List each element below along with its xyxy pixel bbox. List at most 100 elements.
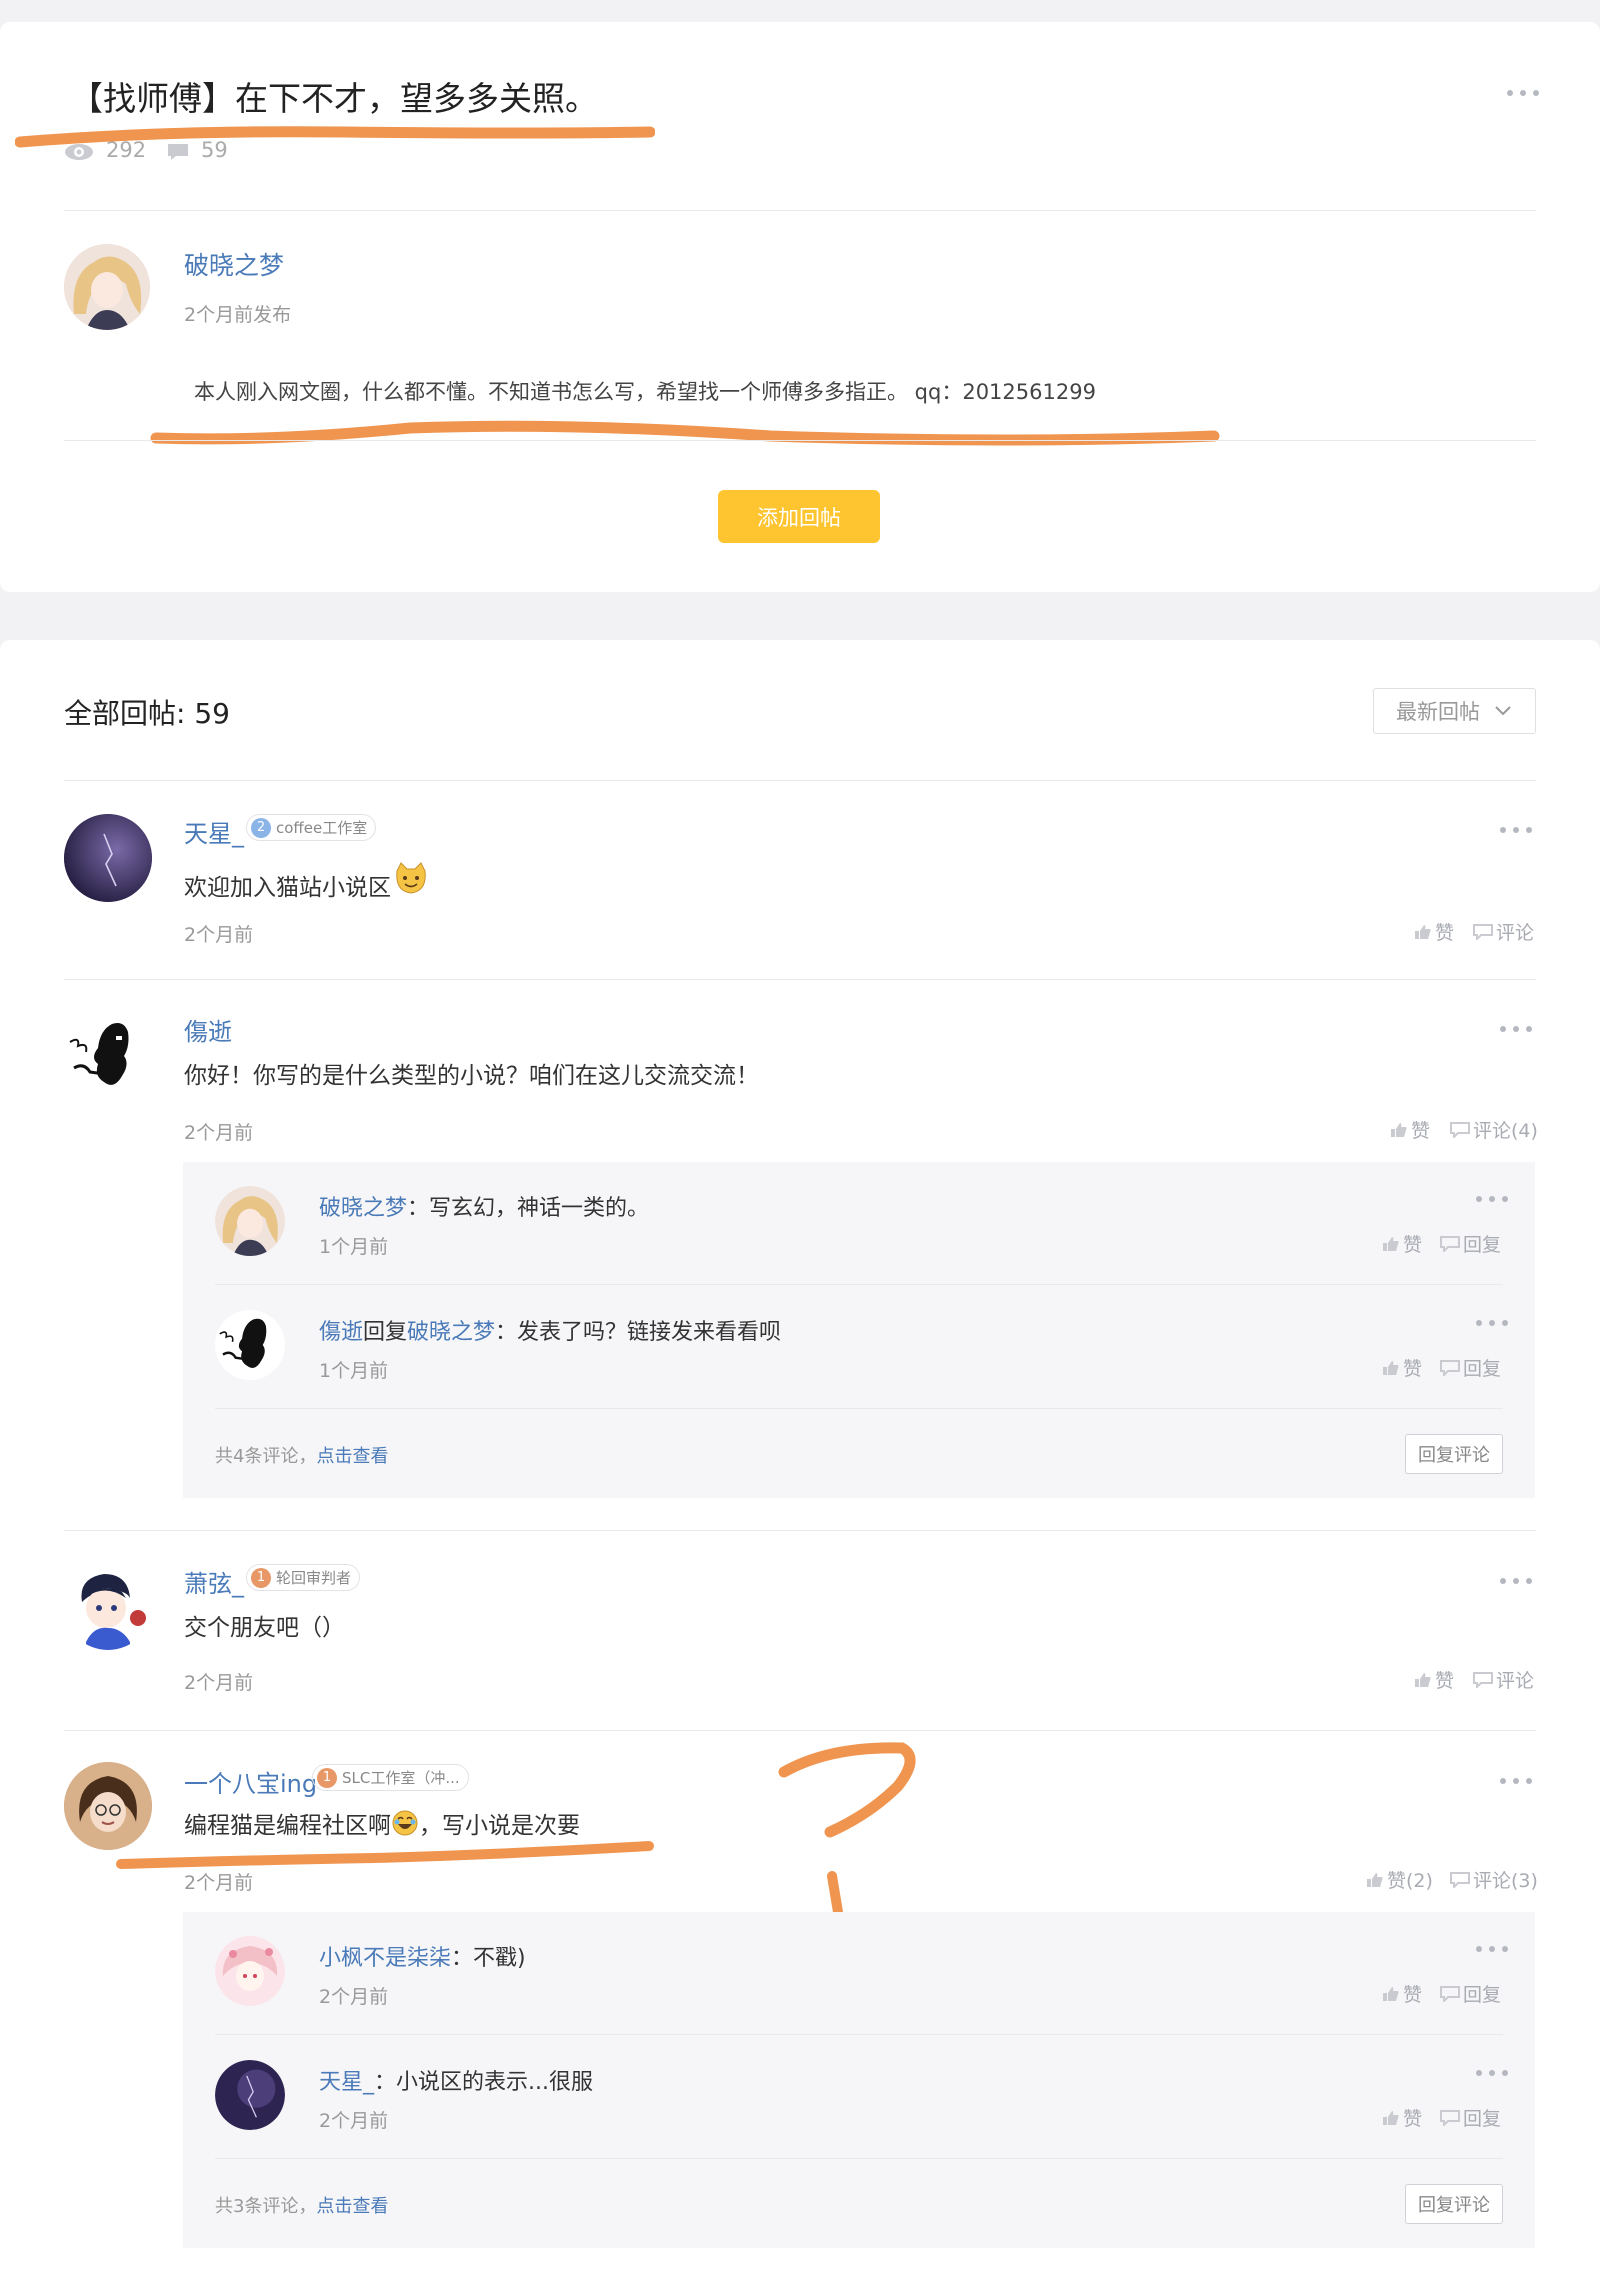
- user-badge: 1 SLC工作室（冲...: [312, 1764, 469, 1791]
- chevron-down-icon: [1495, 706, 1511, 716]
- comment-icon: [1440, 2109, 1460, 2126]
- reply-comment-label: 回复评论: [1418, 2195, 1490, 2216]
- add-reply-button[interactable]: 添加回帖: [718, 490, 880, 543]
- avatar[interactable]: [215, 1186, 285, 1256]
- reply-author[interactable]: 萧弦_: [184, 1564, 244, 1599]
- like-button[interactable]: 赞: [1390, 1116, 1430, 1143]
- like-button[interactable]: 赞: [1382, 1980, 1422, 2007]
- like-button[interactable]: 赞: [1414, 918, 1454, 945]
- avatar[interactable]: [64, 1012, 152, 1100]
- reply-content: 欢迎加入猫站小说区: [184, 862, 429, 902]
- view-more-link[interactable]: 点击查看: [316, 1446, 388, 1467]
- sub-comment-text: ：写玄幻，神话一类的。: [407, 1196, 650, 1221]
- add-reply-label: 添加回帖: [757, 505, 841, 530]
- sort-dropdown[interactable]: 最新回帖: [1373, 688, 1536, 734]
- post-content: 本人刚入网文圈，什么都不懂。不知道书怎么写，希望找一个师傅多多指正。 qq：20…: [194, 380, 1096, 404]
- post-more-icon[interactable]: [1507, 88, 1539, 98]
- avatar[interactable]: [215, 2060, 285, 2130]
- post-author[interactable]: 破晓之梦: [184, 246, 284, 282]
- sort-label: 最新回帖: [1396, 700, 1480, 724]
- sub-divider: [215, 2034, 1503, 2035]
- badge-level: 1: [317, 1767, 337, 1788]
- avatar[interactable]: [215, 1936, 285, 2006]
- thumb-up-icon: [1391, 1122, 1407, 1137]
- reply-author[interactable]: 一个八宝ing: [184, 1764, 317, 1799]
- sub-comment-author[interactable]: 傷逝: [319, 1320, 363, 1345]
- comment-icon: [1440, 1359, 1460, 1376]
- sub-more-icon[interactable]: [1476, 1944, 1508, 1954]
- sub-comment-time: 1个月前: [319, 1236, 389, 1258]
- comment-icon: [1440, 1985, 1460, 2002]
- like-label: 赞: [1435, 1670, 1455, 1692]
- comment-button[interactable]: 评论(4): [1450, 1116, 1538, 1143]
- view-more-link[interactable]: 点击查看: [316, 2196, 388, 2217]
- avatar[interactable]: [215, 1310, 285, 1380]
- reply-more-icon[interactable]: [1500, 1576, 1532, 1586]
- sub-divider: [215, 1284, 1503, 1285]
- sub-more-icon[interactable]: [1476, 1318, 1508, 1328]
- sub-divider: [215, 2158, 1503, 2159]
- reply-text-tail: ，写小说是次要: [419, 1813, 580, 1839]
- badge-text: coffee工作室: [276, 819, 368, 837]
- like-button[interactable]: 赞(2): [1366, 1866, 1433, 1893]
- like-button[interactable]: 赞: [1382, 1230, 1422, 1257]
- sub-comment-line: 傷逝回复破晓之梦：发表了吗？链接发来看看呗: [319, 1314, 781, 1346]
- sub-comment-text: ：发表了吗？链接发来看看呗: [495, 1320, 782, 1345]
- like-button[interactable]: 赞: [1382, 2104, 1422, 2131]
- reply-to-user[interactable]: 破晓之梦: [407, 1320, 495, 1345]
- reply-button[interactable]: 回复: [1440, 1230, 1501, 1257]
- reply-more-icon[interactable]: [1500, 1024, 1532, 1034]
- comment-button[interactable]: 评论: [1473, 1666, 1534, 1693]
- badge-level: 2: [251, 817, 271, 838]
- reply-comment-button[interactable]: 回复评论: [1405, 2184, 1503, 2224]
- reply-author[interactable]: 天星_: [184, 814, 244, 849]
- comment-label: 评论: [1496, 1670, 1535, 1692]
- reply-button[interactable]: 回复: [1440, 1980, 1501, 2007]
- sub-comment-text: ：不戳): [451, 1946, 526, 1971]
- like-button[interactable]: 赞: [1414, 1666, 1454, 1693]
- sub-comment-author[interactable]: 小枫不是柒柒: [319, 1946, 451, 1971]
- thumb-up-icon: [1383, 2110, 1399, 2125]
- sub-comment-time: 1个月前: [319, 1360, 389, 1382]
- sub-comment-time: 2个月前: [319, 1986, 389, 2008]
- reply-more-icon[interactable]: [1500, 825, 1532, 835]
- avatar[interactable]: [64, 244, 150, 330]
- sub-comment-time: 2个月前: [319, 2110, 389, 2132]
- like-label: 赞: [1403, 2108, 1423, 2130]
- comment-label: 评论: [1496, 922, 1535, 944]
- sub-comment-line: 天星_：小说区的表示...很服: [319, 2064, 593, 2096]
- user-badge: 1 轮回审判者: [246, 1564, 361, 1591]
- reply-label: 回复: [1463, 1358, 1502, 1380]
- sub-more-icon[interactable]: [1476, 2068, 1508, 2078]
- question-mark-annotation: ?: [778, 1742, 916, 1917]
- reply-more-icon[interactable]: [1500, 1776, 1532, 1786]
- reply-text: 编程猫是编程社区啊: [184, 1813, 391, 1839]
- thumb-up-icon: [1367, 1872, 1383, 1887]
- marker-underline-title: [15, 126, 655, 148]
- reply-author[interactable]: 傷逝: [184, 1012, 232, 1047]
- comment-icon: [1473, 1671, 1493, 1688]
- reply-time: 2个月前: [184, 924, 254, 946]
- reply-time: 2个月前: [184, 1672, 254, 1694]
- badge-text: 轮回审判者: [276, 1569, 352, 1587]
- avatar[interactable]: [64, 814, 152, 902]
- reply-content: 编程猫是编程社区啊 ，写小说是次要: [184, 1806, 580, 1840]
- reply-comment-label: 回复评论: [1418, 1445, 1490, 1466]
- comment-button[interactable]: 评论: [1473, 918, 1534, 945]
- marker-underline-reply: [116, 1841, 654, 1869]
- reply-comment-button[interactable]: 回复评论: [1405, 1434, 1503, 1474]
- reply-button[interactable]: 回复: [1440, 1354, 1501, 1381]
- laughing-emoji-icon: [392, 1810, 418, 1836]
- reply-button[interactable]: 回复: [1440, 2104, 1501, 2131]
- avatar[interactable]: [64, 1562, 152, 1650]
- sub-more-icon[interactable]: [1476, 1194, 1508, 1204]
- comment-button[interactable]: 评论(3): [1450, 1866, 1538, 1893]
- like-button[interactable]: 赞: [1382, 1354, 1422, 1381]
- post-title: 【找师傅】在下不才，望多多关照。: [70, 79, 598, 118]
- comment-icon: [1473, 923, 1493, 940]
- sub-comment-author[interactable]: 破晓之梦: [319, 1196, 407, 1221]
- like-label: 赞: [1403, 1358, 1423, 1380]
- comment-icon: [1450, 1121, 1470, 1138]
- sub-comment-author[interactable]: 天星_: [319, 2070, 374, 2095]
- reply-label: 回复: [1463, 1234, 1502, 1256]
